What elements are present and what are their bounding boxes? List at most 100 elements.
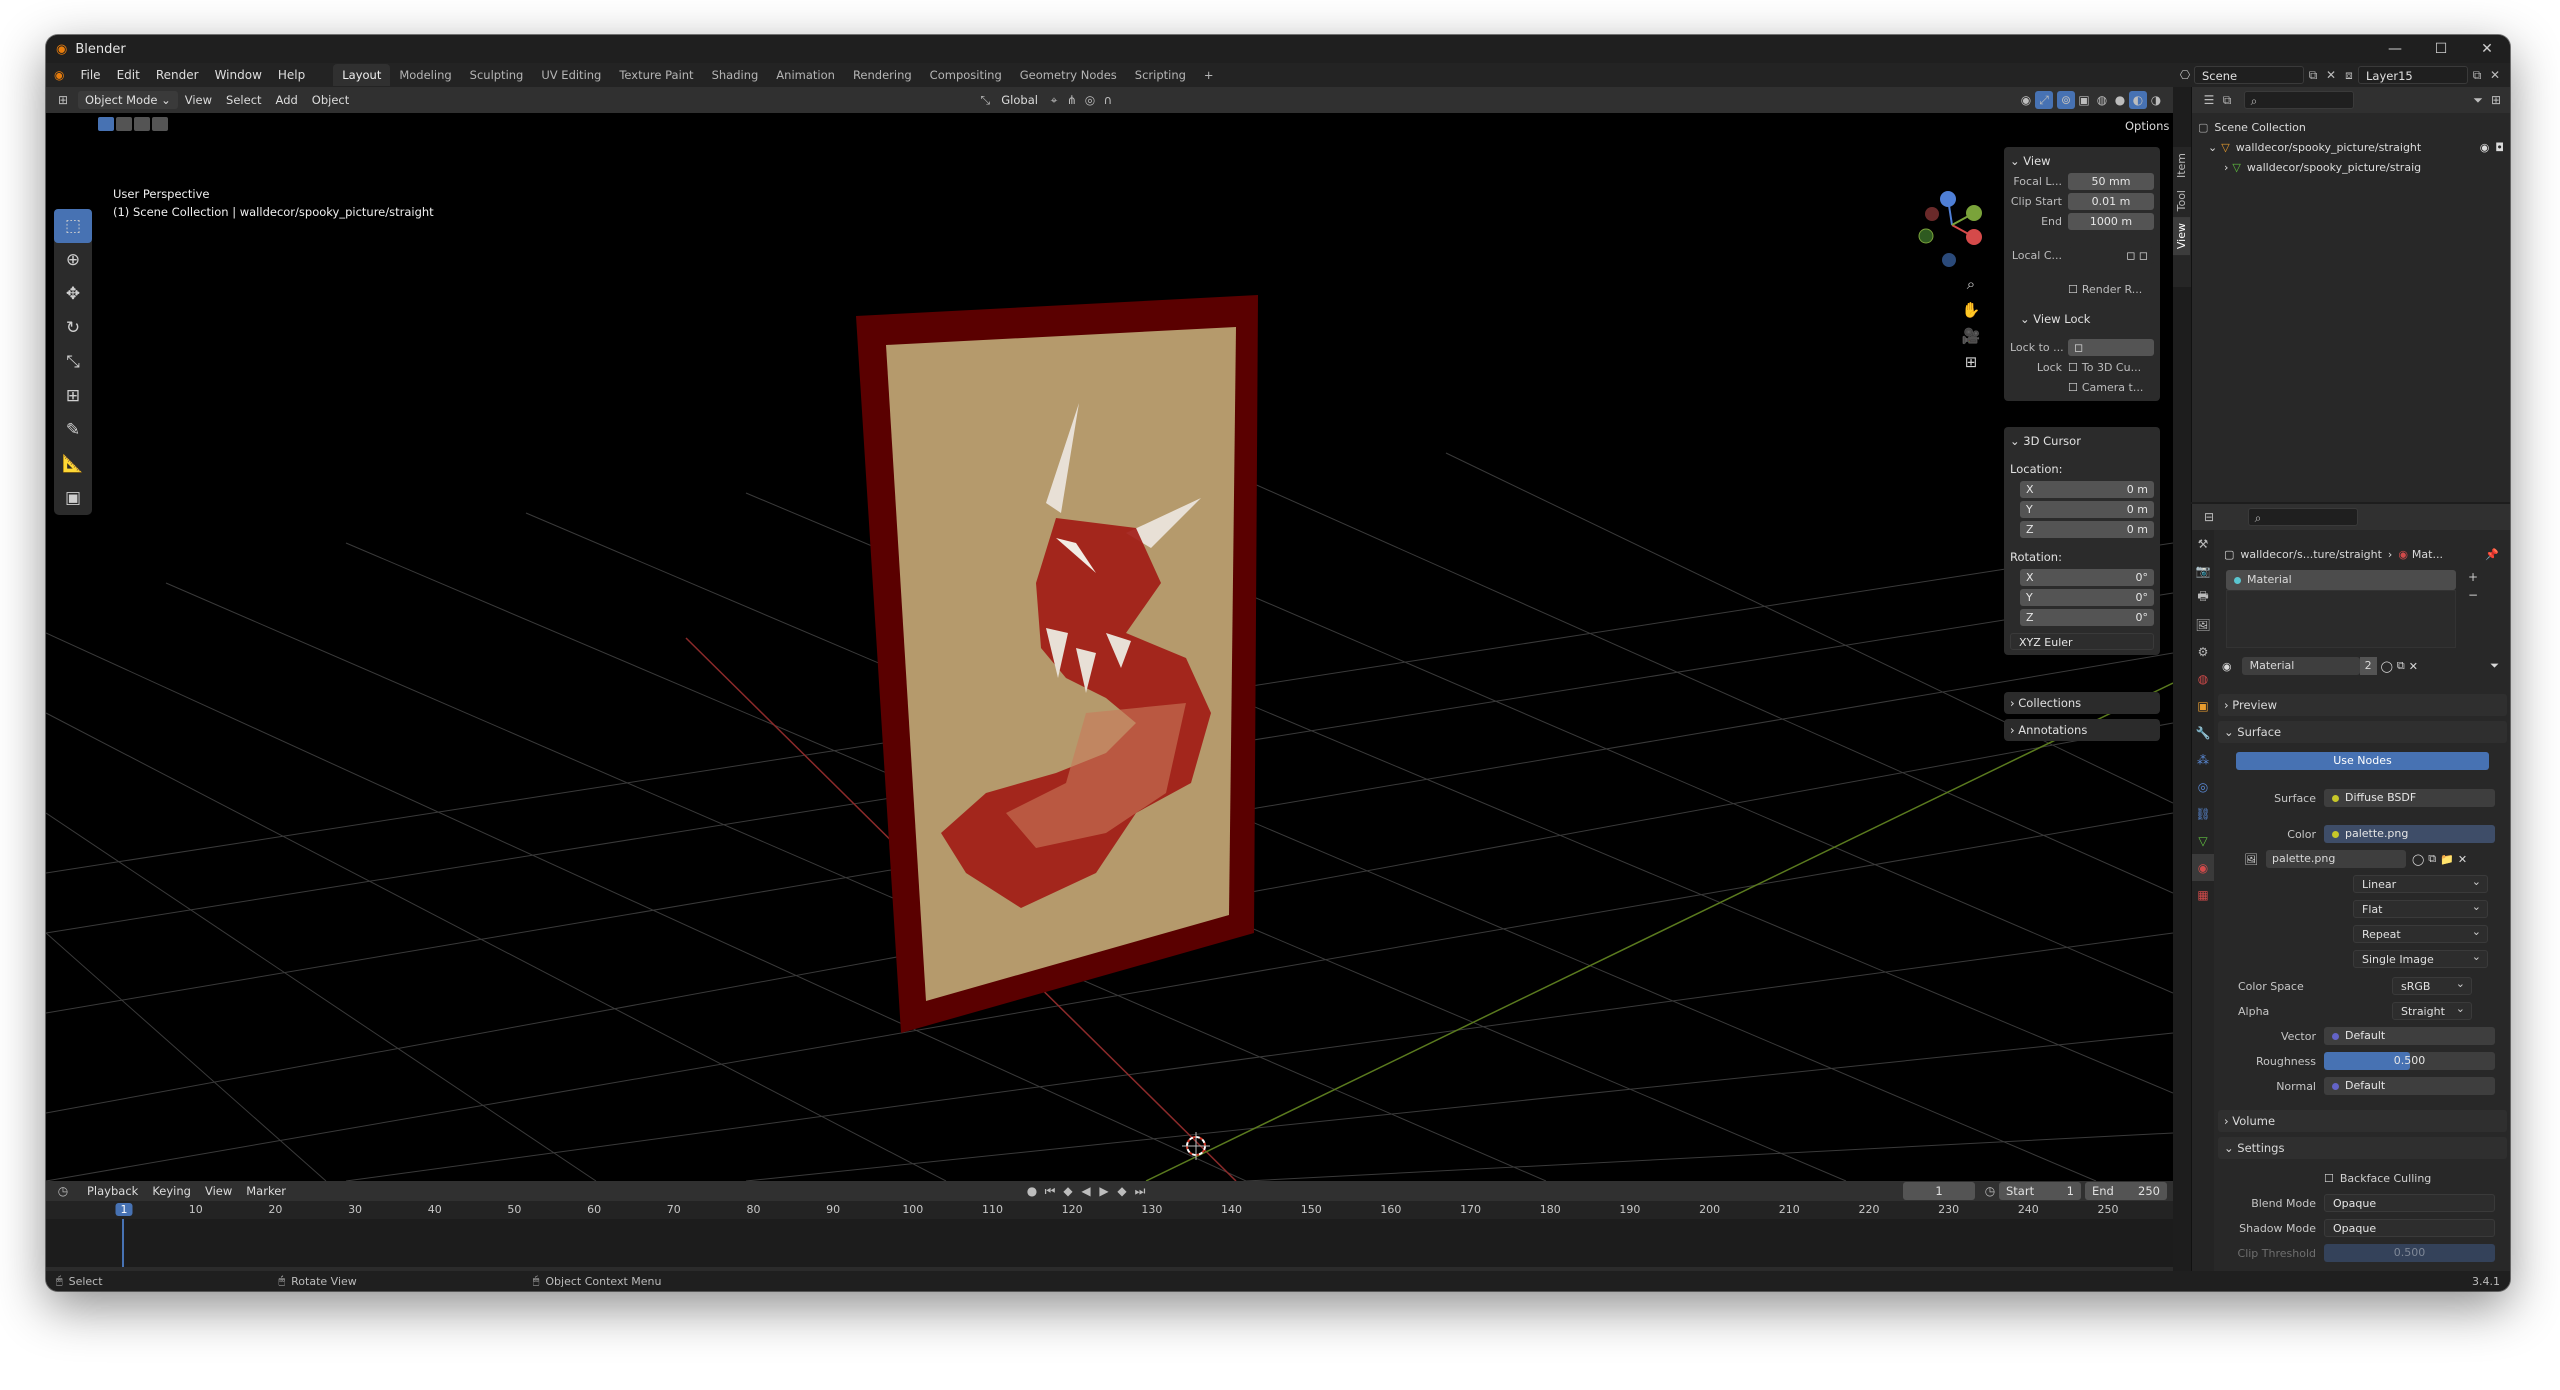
clip-start-field[interactable]: 0.01 m: [2068, 192, 2154, 210]
new-collection-icon[interactable]: ⊞: [2487, 91, 2505, 109]
use-nodes-button[interactable]: Use Nodes: [2236, 752, 2489, 770]
outliner-row-mesh[interactable]: › ▽ walldecor/spooky_picture/straig: [2198, 157, 2504, 177]
add-slot-icon[interactable]: +: [2468, 570, 2478, 584]
view-layer-selector[interactable]: Layer15: [2358, 66, 2468, 84]
material-users-count[interactable]: 2: [2359, 657, 2377, 675]
grid-view-icon[interactable]: ⊞: [1958, 349, 1984, 375]
3d-viewport[interactable]: ⬚ ⊕ ✥ ↻ ⤡ ⊞ ✎ 📐 ▣ User Perspective (1) S…: [46, 113, 2173, 1181]
tab-view[interactable]: View: [2173, 217, 2190, 256]
annotate-tool[interactable]: ✎: [54, 413, 92, 447]
tab-texture-paint[interactable]: Texture Paint: [610, 64, 702, 86]
preview-section[interactable]: › Preview: [2218, 694, 2507, 716]
rotation-x-field[interactable]: X 0°: [2020, 568, 2154, 586]
menu-render[interactable]: Render: [148, 68, 207, 82]
xray-icon[interactable]: ▣: [2075, 91, 2093, 109]
extension-dropdown[interactable]: Repeat: [2353, 923, 2488, 943]
image-browse-icon[interactable]: 🖼: [2244, 853, 2258, 866]
material-shading-icon[interactable]: ◐: [2129, 91, 2147, 109]
color-input-field[interactable]: palette.png: [2324, 825, 2495, 843]
pivot-icon[interactable]: ⌖: [1045, 91, 1063, 109]
annotations-panel[interactable]: › Annotations: [2004, 719, 2160, 741]
select-subtract-icon[interactable]: [134, 117, 150, 131]
image-open-icon[interactable]: 📁: [2440, 853, 2454, 866]
pan-hand-icon[interactable]: ✋: [1958, 297, 1984, 323]
tab-uv-editing[interactable]: UV Editing: [532, 64, 610, 86]
output-tab-icon[interactable]: 🖶: [2192, 584, 2214, 611]
clip-end-field[interactable]: 1000 m: [2068, 212, 2154, 230]
interpolation-dropdown[interactable]: Linear: [2353, 873, 2488, 893]
overlay-toggle-icon[interactable]: ⊚: [2057, 91, 2075, 109]
mode-selector[interactable]: Object Mode ⌄: [78, 91, 178, 109]
orientation-icon[interactable]: ⤡: [976, 91, 994, 109]
tab-item[interactable]: Item: [2173, 147, 2190, 184]
view-layer-tab-icon[interactable]: 🖼: [2192, 611, 2214, 638]
expand-child-icon[interactable]: ›: [2224, 161, 2228, 174]
gizmo-toggle-icon[interactable]: ⤢: [2035, 91, 2053, 109]
view-layer-icon[interactable]: ⧈: [2340, 66, 2358, 84]
delete-layer-icon[interactable]: ✕: [2486, 66, 2504, 84]
properties-editor-icon[interactable]: ⊟: [2200, 508, 2218, 526]
scene-tab-icon[interactable]: ⚙: [2192, 638, 2214, 665]
wireframe-shading-icon[interactable]: ◍: [2093, 91, 2111, 109]
filter-icon[interactable]: ⏷: [2469, 91, 2487, 109]
remove-slot-icon[interactable]: −: [2468, 588, 2478, 602]
options-button[interactable]: Options: [2118, 119, 2173, 133]
duplicate-material-icon[interactable]: ⧉: [2397, 659, 2405, 673]
stopwatch-icon[interactable]: ◷: [1981, 1182, 1999, 1200]
cursor-tool[interactable]: ⊕: [54, 243, 92, 277]
falloff-icon[interactable]: ∩: [1099, 91, 1117, 109]
backface-culling-checkbox[interactable]: ☐: [2324, 1172, 2334, 1185]
lock-camera-checkbox[interactable]: ☐: [2068, 381, 2078, 394]
display-mode-icon[interactable]: ⧉: [2218, 91, 2236, 109]
material-filter-icon[interactable]: ⏷: [2490, 659, 2499, 673]
material-tab-icon[interactable]: ◉: [2192, 854, 2214, 881]
physics-tab-icon[interactable]: ◎: [2192, 773, 2214, 800]
image-new-icon[interactable]: ⧉: [2428, 852, 2436, 866]
tab-shading[interactable]: Shading: [703, 64, 768, 86]
outliner-row-scene-collection[interactable]: ▢ Scene Collection: [2198, 117, 2504, 137]
particles-tab-icon[interactable]: ⁂: [2192, 746, 2214, 773]
expand-icon[interactable]: ⌄: [2208, 141, 2217, 154]
data-tab-icon[interactable]: ▽: [2192, 827, 2214, 854]
transform-tool[interactable]: ⊞: [54, 379, 92, 413]
image-name-field[interactable]: palette.png: [2265, 850, 2406, 868]
cursor-z-field[interactable]: Z0 m: [2020, 520, 2154, 538]
add-workspace-icon[interactable]: +: [1195, 64, 1223, 86]
fake-user-icon[interactable]: ◯: [2381, 660, 2393, 673]
lock-to-object-field[interactable]: ◻: [2068, 338, 2154, 356]
menu-help[interactable]: Help: [270, 68, 313, 82]
settings-section[interactable]: ⌄ Settings: [2218, 1137, 2507, 1159]
menu-window[interactable]: Window: [207, 68, 270, 82]
shadow-mode-dropdown[interactable]: Opaque: [2324, 1219, 2495, 1237]
modifier-tab-icon[interactable]: 🔧: [2192, 719, 2214, 746]
menu-timeline-view[interactable]: View: [198, 1184, 239, 1198]
snap-icon[interactable]: ⋔: [1063, 91, 1081, 109]
alpha-dropdown[interactable]: Straight: [2392, 1000, 2472, 1020]
roughness-slider[interactable]: 0.500: [2324, 1052, 2495, 1070]
eye-icon[interactable]: ◉: [2480, 141, 2490, 154]
properties-search-field[interactable]: ⌕: [2248, 508, 2358, 526]
normal-input-field[interactable]: Default: [2324, 1077, 2495, 1095]
timeline-editor[interactable]: ◷ Playback Keying View Marker ● ⏮ ◆ ◀ ▶ …: [46, 1181, 2173, 1279]
delete-scene-icon[interactable]: ✕: [2322, 66, 2340, 84]
rotate-tool[interactable]: ↻: [54, 311, 92, 345]
menu-edit[interactable]: Edit: [109, 68, 148, 82]
source-dropdown[interactable]: Single Image: [2353, 948, 2488, 968]
unlink-material-icon[interactable]: ✕: [2409, 660, 2418, 673]
prev-keyframe-icon[interactable]: ◆: [1059, 1182, 1077, 1200]
surface-section[interactable]: ⌄ Surface: [2218, 721, 2507, 743]
menu-keying[interactable]: Keying: [145, 1184, 198, 1198]
editor-type-icon[interactable]: ⊞: [54, 91, 72, 109]
view-lock-header[interactable]: ⌄ View Lock: [2010, 309, 2154, 329]
scale-tool[interactable]: ⤡: [54, 345, 92, 379]
tab-layout[interactable]: Layout: [333, 64, 391, 86]
texture-tab-icon[interactable]: ▦: [2192, 881, 2214, 908]
play-icon[interactable]: ▶: [1095, 1182, 1113, 1200]
color-space-dropdown[interactable]: sRGB: [2392, 975, 2472, 995]
menu-playback[interactable]: Playback: [80, 1184, 145, 1198]
new-layer-icon[interactable]: ⧉: [2468, 66, 2486, 84]
tab-geometry-nodes[interactable]: Geometry Nodes: [1011, 64, 1126, 86]
focal-length-field[interactable]: 50 mm: [2068, 172, 2154, 190]
select-box-tool[interactable]: ⬚: [54, 209, 92, 243]
jump-start-icon[interactable]: ⏮: [1041, 1182, 1059, 1200]
